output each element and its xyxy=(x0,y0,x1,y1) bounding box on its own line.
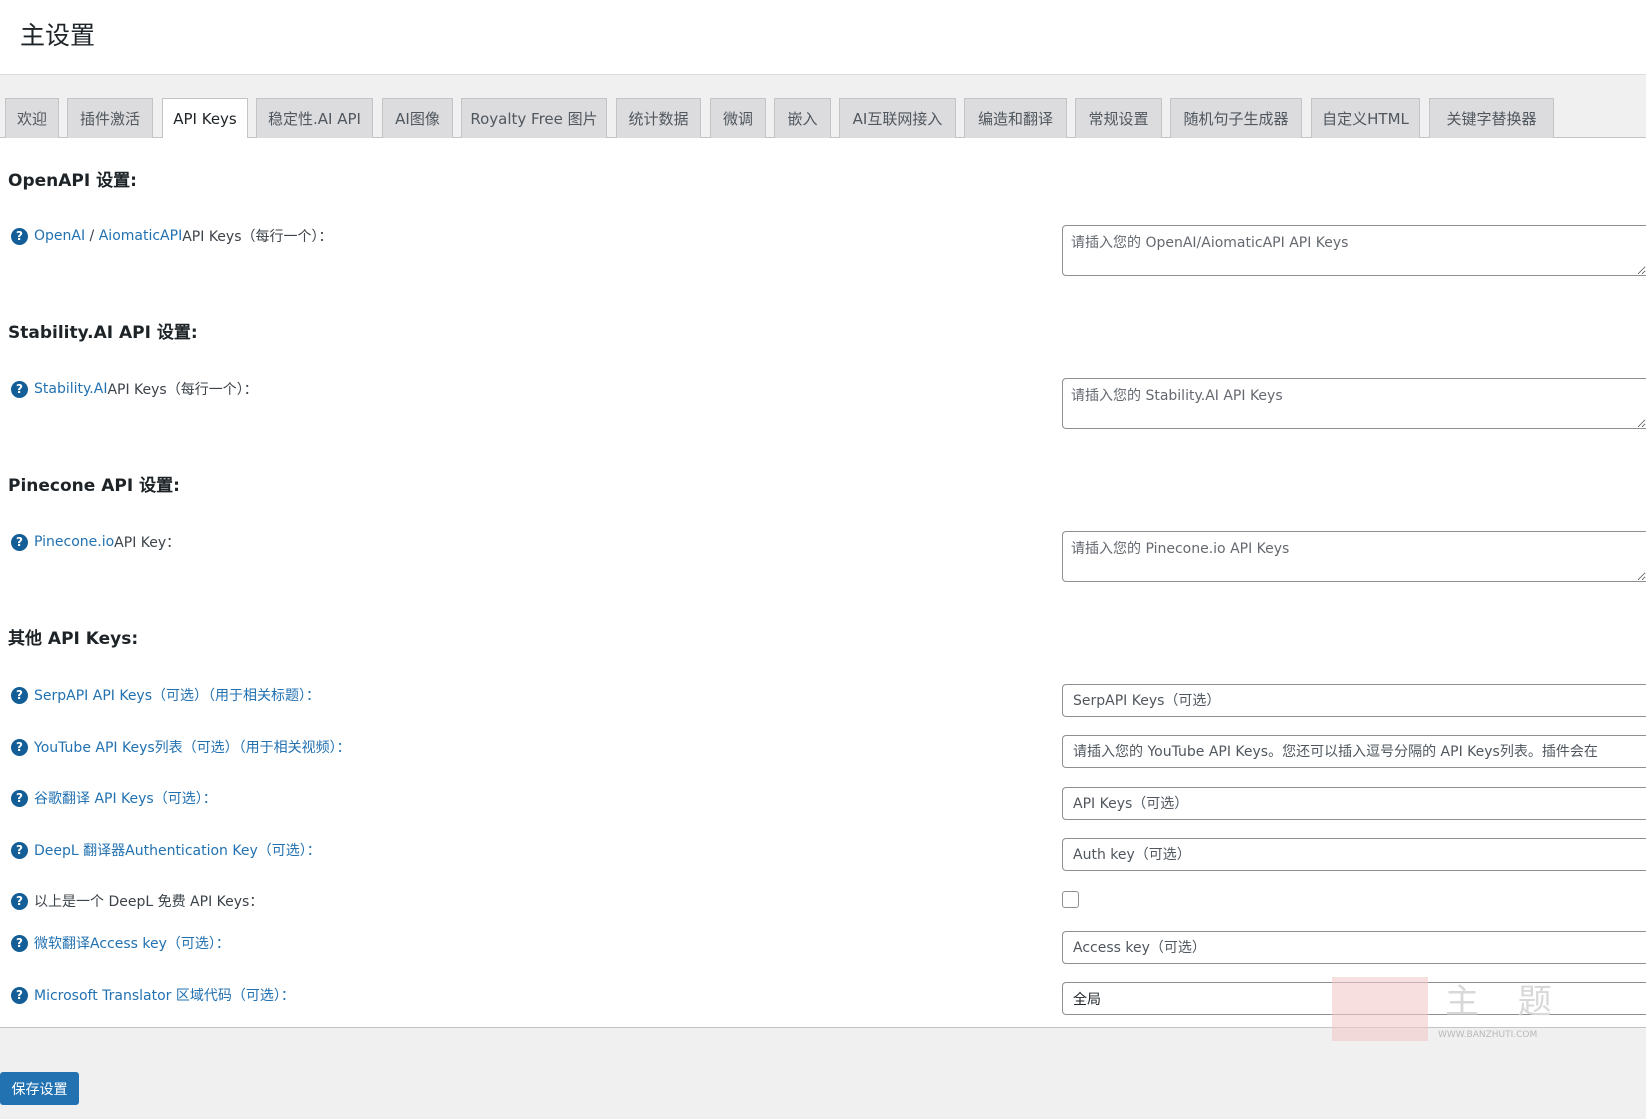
other-keys-section-title: 其他 API Keys: xyxy=(8,629,139,649)
stability-keys-label: ? Stability.AI API Keys（每行一个）： xyxy=(11,379,258,399)
watermark-site: WWW.BANZHUTI.COM xyxy=(1438,1030,1537,1040)
tab-statistics[interactable]: 统计数据 xyxy=(616,98,701,138)
question-circle-icon[interactable]: ? xyxy=(11,934,28,952)
question-circle-icon[interactable]: ? xyxy=(11,789,28,807)
pinecone-link[interactable]: Pinecone.io xyxy=(34,534,114,550)
settings-panel: OpenAPI 设置: ? OpenAI / AiomaticAPI API K… xyxy=(0,138,1646,1028)
tab-plugin-activation[interactable]: 插件激活 xyxy=(67,98,153,138)
stability-keys-textarea[interactable] xyxy=(1062,378,1646,429)
microsoft-region-label: ? Microsoft Translator 区域代码（可选）： xyxy=(11,985,295,1005)
question-circle-icon[interactable]: ? xyxy=(11,533,28,551)
question-circle-icon[interactable]: ? xyxy=(11,227,28,245)
google-translate-key-label: ? 谷歌翻译 API Keys（可选）： xyxy=(11,788,217,808)
deepl-free-checkbox[interactable] xyxy=(1062,891,1079,908)
question-circle-icon[interactable]: ? xyxy=(11,380,28,398)
tab-random-sentence-generator[interactable]: 随机句子生成器 xyxy=(1170,98,1302,138)
tab-stability-api[interactable]: 稳定性.AI API xyxy=(256,98,373,138)
tab-ai-internet-access[interactable]: AI互联网接入 xyxy=(839,98,956,138)
tab-ai-images[interactable]: AI图像 xyxy=(382,98,453,138)
tab-royalty-free-images[interactable]: Royalty Free 图片 xyxy=(461,98,607,138)
question-circle-icon[interactable]: ? xyxy=(11,841,28,859)
openai-keys-textarea[interactable] xyxy=(1062,225,1646,276)
openapi-section-title: OpenAPI 设置: xyxy=(8,171,137,191)
tab-embeddings[interactable]: 嵌入 xyxy=(774,98,831,138)
deepl-auth-key-label: ? DeepL 翻译器Authentication Key（可选）： xyxy=(11,840,321,860)
youtube-keys-label: ? YouTube API Keys列表（可选）（用于相关视频）： xyxy=(11,737,351,757)
question-circle-icon[interactable]: ? xyxy=(11,892,28,910)
stability-link[interactable]: Stability.AI xyxy=(34,381,107,397)
tab-api-keys[interactable]: API Keys xyxy=(162,98,248,139)
pinecone-key-textarea[interactable] xyxy=(1062,531,1646,582)
question-circle-icon[interactable]: ? xyxy=(11,686,28,704)
youtube-keys-input[interactable] xyxy=(1062,735,1646,768)
openai-keys-label: ? OpenAI / AiomaticAPI API Keys（每行一个）： xyxy=(11,226,333,246)
pinecone-key-label: ? Pinecone.io API Key： xyxy=(11,532,180,552)
microsoft-access-key-label: ? 微软翻译Access key（可选）： xyxy=(11,933,230,953)
google-translate-key-input[interactable] xyxy=(1062,787,1646,820)
tab-welcome[interactable]: 欢迎 xyxy=(5,98,59,138)
page-header: 主设置 xyxy=(0,0,1646,75)
question-circle-icon[interactable]: ? xyxy=(11,738,28,756)
microsoft-access-key-input[interactable] xyxy=(1062,931,1646,964)
pinecone-section-title: Pinecone API 设置: xyxy=(8,476,180,496)
deepl-free-label: ? 以上是一个 DeepL 免费 API Keys： xyxy=(11,891,263,911)
tab-fine-tune[interactable]: 微调 xyxy=(710,98,766,138)
microsoft-region-input[interactable] xyxy=(1062,982,1646,1015)
tab-keyword-replacer[interactable]: 关键字替换器 xyxy=(1429,98,1554,138)
openai-link[interactable]: OpenAI xyxy=(34,228,85,244)
tab-general-settings[interactable]: 常规设置 xyxy=(1075,98,1162,138)
tab-spin-translate[interactable]: 编造和翻译 xyxy=(964,98,1067,138)
question-circle-icon[interactable]: ? xyxy=(11,986,28,1004)
save-settings-button[interactable]: 保存设置 xyxy=(0,1072,79,1105)
tab-custom-html[interactable]: 自定义HTML xyxy=(1311,98,1420,138)
serpapi-keys-label: ? SerpAPI API Keys（可选）（用于相关标题）： xyxy=(11,685,320,705)
stability-section-title: Stability.AI API 设置: xyxy=(8,323,198,343)
aiomaticapi-link[interactable]: AiomaticAPI xyxy=(99,228,182,244)
tabs-bar: 欢迎 插件激活 API Keys 稳定性.AI API AI图像 Royalty… xyxy=(0,75,1646,139)
page-title: 主设置 xyxy=(20,21,96,50)
deepl-auth-key-input[interactable] xyxy=(1062,838,1646,871)
serpapi-keys-input[interactable] xyxy=(1062,684,1646,717)
